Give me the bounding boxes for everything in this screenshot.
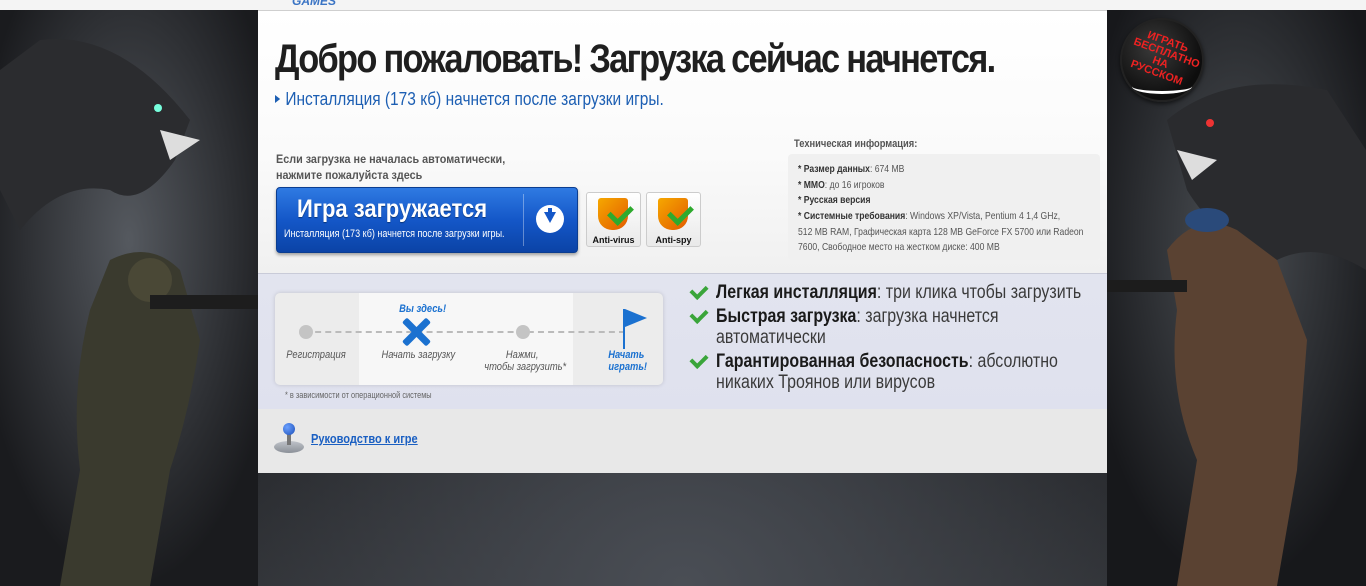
guide-bar: Руководство к игре	[258, 409, 1107, 473]
feature-desc: : три клика чтобы загрузить	[876, 282, 1082, 303]
finish-flag-icon	[625, 309, 647, 327]
steps-track	[305, 331, 625, 333]
feature-item: Гарантированная безопасность: абсолютно …	[688, 349, 1098, 393]
checkmark-icon	[689, 349, 709, 370]
tech-key: * MMO	[798, 179, 825, 191]
anti-spy-badge: Anti-spy	[646, 192, 701, 247]
features-list: Легкая инсталляция: три клика чтобы загр…	[688, 280, 1098, 396]
download-arrow-icon	[536, 205, 564, 233]
step-start-label: Начать загрузку	[381, 349, 456, 361]
step-click-label-2: чтобы загрузить*	[484, 361, 567, 373]
anti-virus-label: Anti-virus	[592, 235, 635, 245]
tech-row: * MMO: до 16 игроков	[798, 178, 885, 193]
step-click-dot	[516, 325, 530, 339]
note-line-2: нажмите пожалуйста здесь	[276, 168, 423, 182]
badge-swoosh	[1132, 79, 1192, 94]
manual-download-note: Если загрузка не началась автоматически,…	[276, 151, 505, 183]
note-line-1: Если загрузка не началась автоматически,	[276, 152, 506, 166]
steps-section: Вы здесь! Регистрация Начать загрузку На…	[258, 273, 1107, 410]
tech-info-title: Техническая информация:	[794, 138, 918, 150]
tech-row: * Системные требования: Windows XP/Vista…	[798, 209, 1060, 224]
tech-row: * Размер данных: 674 MB	[798, 162, 904, 177]
tech-row: * Русская версия	[798, 193, 870, 208]
tech-value: : до 16 игроков	[824, 179, 885, 191]
triangle-bullet-icon	[275, 95, 281, 103]
tech-row: 512 MB RAM, Графическая карта 128 MB GeF…	[798, 225, 1083, 240]
anti-spy-label: Anti-spy	[655, 235, 692, 245]
feature-item: Легкая инсталляция: три клика чтобы загр…	[688, 280, 1098, 303]
step-click-label-1: Нажми,	[505, 349, 539, 361]
tech-key: * Системные требования	[798, 210, 906, 222]
download-button[interactable]: Игра загружается Инсталляция (173 кб) на…	[276, 187, 578, 253]
feature-title: Гарантированная безопасность	[716, 351, 969, 372]
site-logo-fragment[interactable]: GAMES	[292, 0, 336, 8]
checkmark-icon	[689, 304, 709, 325]
download-panel: Добро пожаловать! Загрузка сейчас начнет…	[258, 11, 1107, 473]
joystick-icon	[274, 423, 304, 455]
tech-value: 512 MB RAM, Графическая карта 128 MB GeF…	[798, 226, 1084, 238]
step-registration-dot	[299, 325, 313, 339]
step-play-label-1: Начать	[608, 349, 645, 361]
left-game-art	[0, 10, 258, 586]
feature-title: Легкая инсталляция	[716, 282, 877, 303]
tech-key: * Русская версия	[798, 194, 871, 206]
hero-section: Добро пожаловать! Загрузка сейчас начнет…	[258, 11, 1107, 273]
anti-virus-badge: Anti-virus	[586, 192, 641, 247]
tech-key: * Размер данных	[798, 163, 870, 175]
you-are-here-label: Вы здесь!	[399, 303, 447, 315]
feature-item: Быстрая загрузка: загрузка начнется авто…	[688, 304, 1098, 348]
game-guide-link[interactable]: Руководство к игре	[311, 431, 418, 446]
play-free-badge[interactable]: ИГРАТЬ БЕСПЛАТНО НА РУССКОМ	[1120, 18, 1204, 102]
checkmark-icon	[689, 280, 709, 301]
download-button-label: Игра загружается	[297, 195, 488, 223]
page-title: Добро пожаловать! Загрузка сейчас начнет…	[275, 37, 996, 81]
step-registration-label: Регистрация	[286, 349, 346, 361]
feature-title: Быстрая загрузка	[716, 306, 857, 327]
tech-row: 7600, Свободное место на жестком диске: …	[798, 240, 1000, 255]
button-divider	[523, 194, 524, 246]
current-step-x-icon	[401, 317, 431, 347]
tech-value: 7600, Свободное место на жестком диске: …	[798, 241, 1000, 253]
tech-value: : Windows XP/Vista, Pentium 4 1,4 GHz,	[905, 210, 1061, 222]
install-info-text: Инсталляция (173 кб) начнется после загр…	[285, 89, 664, 109]
tech-value: : 674 MB	[869, 163, 905, 175]
download-button-sublabel: Инсталляция (173 кб) начнется после загр…	[284, 228, 505, 240]
step-play-label-2: играть!	[608, 361, 648, 373]
install-info: Инсталляция (173 кб) начнется после загр…	[275, 88, 664, 110]
os-footnote: * в зависимости от операционной системы	[285, 390, 432, 400]
tech-info-box: * Размер данных: 674 MB * MMO: до 16 игр…	[788, 154, 1100, 260]
progress-steps: Вы здесь! Регистрация Начать загрузку На…	[275, 293, 663, 385]
